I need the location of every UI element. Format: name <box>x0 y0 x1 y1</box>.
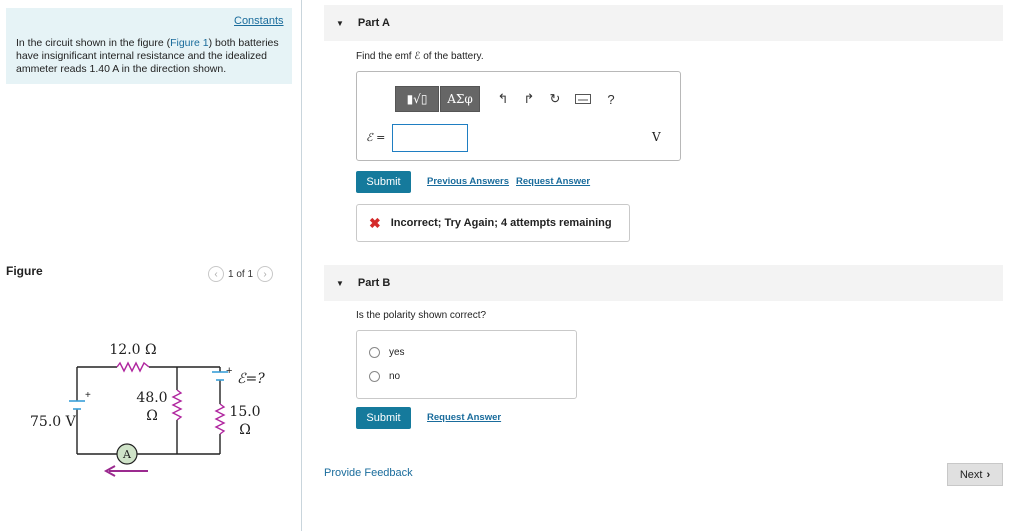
pager-text: 1 of 1 <box>228 268 254 280</box>
figure-label: Figure <box>6 264 43 278</box>
next-label: Next <box>959 468 983 481</box>
label-r1: 12.0 Ω <box>109 342 156 358</box>
option-yes[interactable]: yes <box>369 347 405 358</box>
part-b-header[interactable]: ▼ Part B <box>324 265 1003 301</box>
emf-input[interactable] <box>392 124 468 152</box>
constants-link[interactable]: Constants <box>234 15 284 27</box>
part-a-header[interactable]: ▼ Part A <box>324 5 1003 41</box>
collapse-triangle-icon: ▼ <box>336 278 344 288</box>
part-b-submit-button[interactable]: Submit <box>356 407 411 429</box>
circuit-figure: A 12.0 Ω 48.0 Ω 15.0 Ω 75.0 V ℰ=? + + <box>30 342 265 477</box>
chevron-left-icon[interactable]: ‹ <box>208 266 224 282</box>
provide-feedback-link[interactable]: Provide Feedback <box>324 467 413 479</box>
feedback-message: ✖ Incorrect; Try Again; 4 attempts remai… <box>356 204 630 242</box>
resistor-12 <box>116 361 150 373</box>
label-plus-right: + <box>226 365 232 377</box>
label-r3-value: 15.0 <box>229 404 260 420</box>
option-no-label: no <box>389 371 401 382</box>
label-r2-unit: Ω <box>146 408 158 424</box>
keyboard-icon[interactable] <box>572 88 594 110</box>
figure-pager: ‹ 1 of 1 › <box>208 264 274 284</box>
problem-text-start: In the circuit shown in the figure ( <box>16 37 171 49</box>
option-no[interactable]: no <box>369 371 400 382</box>
part-b-request-answer-link[interactable]: Request Answer <box>427 412 501 423</box>
label-plus-left: + <box>85 390 91 401</box>
redo-icon[interactable]: ↱ <box>518 88 540 110</box>
part-a-title: Part A <box>357 17 390 29</box>
part-a-prompt: Find the emf ℰ of the battery. <box>356 51 484 62</box>
resistor-15 <box>214 403 226 435</box>
panel-divider <box>301 0 302 531</box>
chevron-right-icon: › <box>986 468 991 481</box>
radio-no[interactable] <box>369 371 380 382</box>
collapse-triangle-icon: ▼ <box>336 18 344 28</box>
figure-link[interactable]: Figure 1 <box>170 37 209 49</box>
label-r2-value: 48.0 <box>136 390 167 406</box>
part-a-request-answer-link[interactable]: Request Answer <box>516 176 590 187</box>
option-yes-label: yes <box>389 347 405 358</box>
chevron-right-icon[interactable]: › <box>257 266 274 282</box>
symbols-button[interactable]: ΑΣφ <box>440 86 480 112</box>
feedback-text: Incorrect; Try Again; 4 attempts remaini… <box>390 217 612 229</box>
ammeter-label: A <box>122 448 132 461</box>
reset-icon[interactable]: ↻ <box>544 88 566 110</box>
radio-yes[interactable] <box>369 347 380 358</box>
label-emf: ℰ=? <box>237 371 265 387</box>
battery-left <box>69 400 85 410</box>
label-r3-unit: Ω <box>239 422 251 438</box>
incorrect-icon: ✖ <box>369 214 381 231</box>
label-v1: 75.0 V <box>30 414 77 430</box>
previous-answers-link[interactable]: Previous Answers <box>427 176 509 187</box>
problem-text: In the circuit shown in the figure (Figu… <box>16 37 286 76</box>
math-toolbar: ▮√▯ ΑΣφ ↰ ↱ ↻ ? <box>395 85 622 113</box>
part-b-title: Part B <box>357 277 391 289</box>
part-b-prompt: Is the polarity shown correct? <box>356 310 487 321</box>
choice-box: yes no <box>356 330 577 399</box>
templates-button[interactable]: ▮√▯ <box>395 86 439 112</box>
help-button[interactable]: ? <box>600 88 622 110</box>
unit-label: V <box>652 130 661 144</box>
resistor-48 <box>171 389 183 421</box>
undo-icon[interactable]: ↰ <box>492 88 514 110</box>
next-button[interactable]: Next › <box>947 463 1003 486</box>
part-a-submit-button[interactable]: Submit <box>356 171 411 193</box>
equation-label: ℰ = <box>366 131 386 144</box>
